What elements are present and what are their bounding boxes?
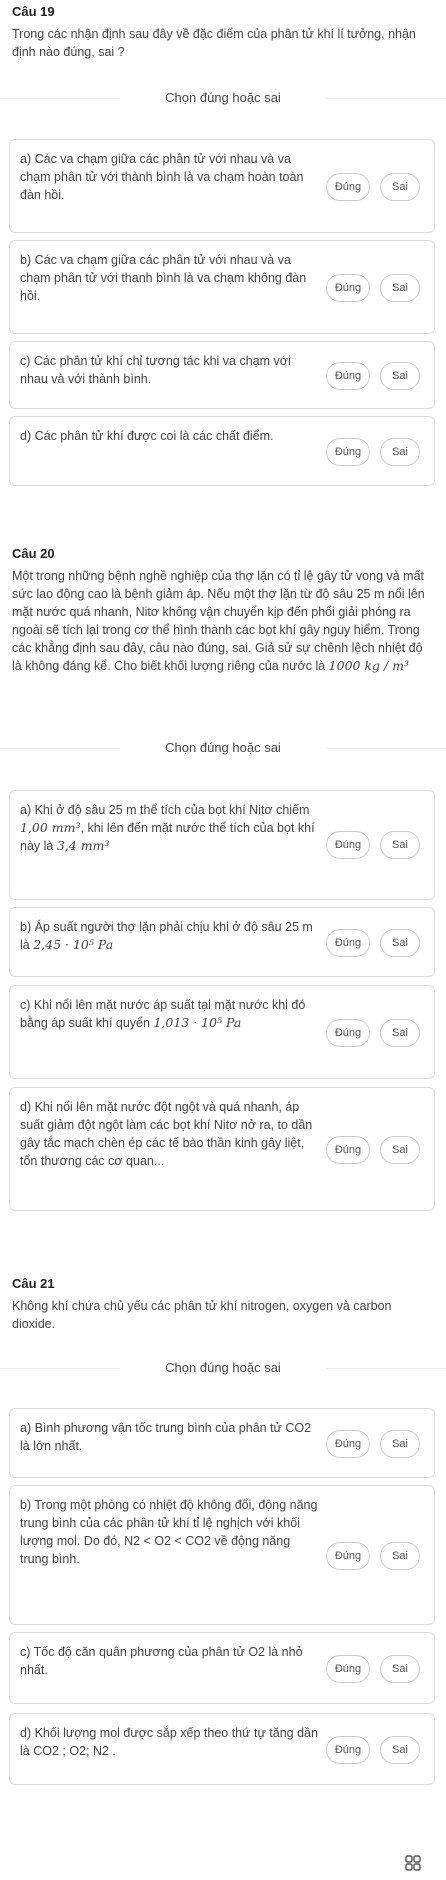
true-button[interactable]: Đúng — [326, 1136, 370, 1164]
statement-text: b) Các va chạm giữa các phân tử với nhau… — [20, 253, 307, 303]
statement-text-part: a) Khi ở độ sâu 25 m thể tích của bọt kh… — [20, 803, 310, 817]
question-text: Một trong những bệnh nghề nghiệp của thợ… — [12, 567, 432, 675]
true-button[interactable]: Đúng — [326, 1019, 370, 1047]
grid-icon[interactable] — [405, 1855, 421, 1871]
statement-card: d) Khi nổi lên mặt nước đột ngột và quá … — [9, 1087, 435, 1211]
volume-value: 3,4 mm³ — [56, 838, 110, 853]
statement-card: c) Tốc độ căn quân phương của phân tử O2… — [9, 1632, 435, 1704]
pressure-value: 1,013 · 10⁵ Pa — [153, 1015, 242, 1030]
question-title: Câu 21 — [12, 1276, 55, 1291]
statement-text: c) Khi nổi lên mặt nước áp suất tại mặt … — [20, 996, 320, 1032]
true-button[interactable]: Đúng — [326, 173, 370, 201]
statement-card: a) Khi ở độ sâu 25 m thể tích của bọt kh… — [9, 790, 435, 900]
question-21: Câu 21 Không khí chứa chủ yếu các phân t… — [0, 1276, 446, 1333]
statement-text: b) Áp suất người thợ lặn phải chịu khi ở… — [20, 918, 320, 954]
statement-card: a) Bình phương vận tốc trung bình của ph… — [9, 1408, 435, 1478]
true-button[interactable]: Đúng — [326, 1736, 370, 1764]
false-button[interactable]: Sai — [380, 831, 420, 859]
section-header: Chọn đúng hoặc sai — [0, 1358, 446, 1378]
section-label: Chọn đúng hoặc sai — [0, 738, 446, 758]
statement-card: b) Các va chạm giữa các phân tử với nhau… — [9, 240, 435, 334]
question-title: Câu 20 — [12, 546, 55, 561]
question-19: Câu 19 Trong các nhận định sau đây về đặ… — [0, 4, 446, 61]
statement-text: a) Khi ở độ sâu 25 m thể tích của bọt kh… — [20, 801, 320, 855]
true-button[interactable]: Đúng — [326, 438, 370, 466]
false-button[interactable]: Sai — [380, 1136, 420, 1164]
false-button[interactable]: Sai — [380, 173, 420, 201]
true-button[interactable]: Đúng — [326, 831, 370, 859]
statement-card: b) Áp suất người thợ lặn phải chịu khi ở… — [9, 907, 435, 977]
true-button[interactable]: Đúng — [326, 1430, 370, 1458]
question-title: Câu 19 — [12, 4, 55, 19]
false-button[interactable]: Sai — [380, 1019, 420, 1047]
section-label: Chọn đúng hoặc sai — [0, 1358, 446, 1378]
false-button[interactable]: Sai — [380, 1736, 420, 1764]
false-button[interactable]: Sai — [380, 362, 420, 390]
false-button[interactable]: Sai — [380, 1655, 420, 1683]
statement-text: b) Trong một phòng có nhiệt độ không đổi… — [20, 1498, 318, 1566]
volume-value: 1,00 mm³ — [20, 820, 81, 835]
question-text: Không khí chứa chủ yếu các phân tử khí n… — [12, 1299, 392, 1331]
statement-text: c) Các phân tử khí chỉ tương tác khi va … — [20, 354, 291, 386]
true-button[interactable]: Đúng — [326, 274, 370, 302]
question-20: Câu 20 Một trong những bệnh nghề nghiệp … — [0, 546, 446, 675]
false-button[interactable]: Sai — [380, 929, 420, 957]
section-header: Chọn đúng hoặc sai — [0, 738, 446, 758]
true-button[interactable]: Đúng — [326, 1542, 370, 1570]
statement-text: d) Khối lượng mol được sắp xếp theo thứ … — [20, 1726, 318, 1758]
false-button[interactable]: Sai — [380, 1430, 420, 1458]
false-button[interactable]: Sai — [380, 274, 420, 302]
true-button[interactable]: Đúng — [326, 362, 370, 390]
statement-text: a) Bình phương vận tốc trung bình của ph… — [20, 1421, 312, 1453]
section-header: Chọn đúng hoặc sai — [0, 88, 446, 108]
statement-text: d) Khi nổi lên mặt nước đột ngột và quá … — [20, 1100, 313, 1168]
statement-text: a) Các va chạm giữa các phân tử với nhau… — [20, 152, 304, 202]
statement-card: d) Khối lượng mol được sắp xếp theo thứ … — [9, 1713, 435, 1785]
section-label: Chọn đúng hoặc sai — [0, 88, 446, 108]
statement-card: c) Khi nổi lên mặt nước áp suất tại mặt … — [9, 985, 435, 1079]
question-text: Trong các nhận định sau đây về đặc điểm … — [12, 27, 416, 59]
false-button[interactable]: Sai — [380, 438, 420, 466]
true-button[interactable]: Đúng — [326, 1655, 370, 1683]
statement-card: b) Trong một phòng có nhiệt độ không đổi… — [9, 1485, 435, 1625]
pressure-value: 2,45 · 10⁵ Pa — [33, 937, 114, 952]
density-value: 1000 kg / m³ — [328, 658, 410, 673]
statement-card: a) Các va chạm giữa các phân tử với nhau… — [9, 139, 435, 233]
statement-text: d) Các phân tử khí được coi là các chất … — [20, 429, 274, 443]
statement-card: d) Các phân tử khí được coi là các chất … — [9, 416, 435, 486]
statement-card: c) Các phân tử khí chỉ tương tác khi va … — [9, 341, 435, 409]
false-button[interactable]: Sai — [380, 1542, 420, 1570]
true-button[interactable]: Đúng — [326, 929, 370, 957]
statement-text: c) Tốc độ căn quân phương của phân tử O2… — [20, 1645, 303, 1677]
